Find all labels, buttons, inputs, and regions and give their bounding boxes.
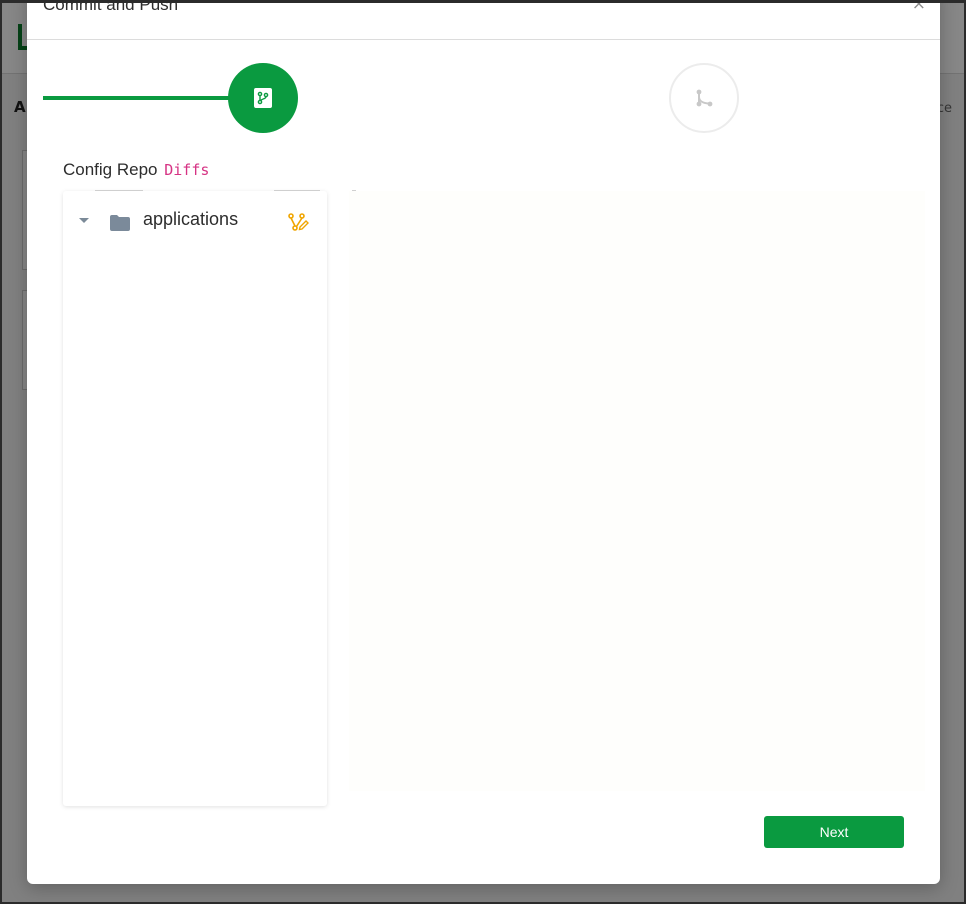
stepper-step-push[interactable] [669, 63, 739, 133]
panel-tab-divider [95, 190, 143, 191]
next-button[interactable]: Next [764, 816, 904, 848]
git-merge-icon [696, 89, 713, 107]
tree-item-applications[interactable]: applications [63, 205, 327, 235]
stepper-step-diffs[interactable] [228, 63, 298, 133]
dialog-header: Commit and Push × [27, 0, 940, 40]
tree-item-label: applications [143, 209, 239, 229]
diff-viewer [349, 191, 925, 791]
folder-icon [110, 215, 130, 231]
dialog-title: Commit and Push [43, 0, 179, 14]
section-title-code: Diffs [164, 161, 210, 179]
diff-edit-icon [288, 213, 309, 231]
commit-and-push-dialog: Commit and Push × Config Repo Diffs appl… [27, 0, 940, 884]
stepper-progress-line [43, 96, 233, 100]
panel-tab-divider [274, 190, 320, 191]
file-tree-panel: applications [63, 190, 327, 806]
git-branch-icon [254, 88, 272, 108]
config-repo-diffs-heading: Config Repo Diffs [63, 160, 209, 180]
close-icon[interactable]: × [912, 0, 926, 14]
caret-down-icon[interactable] [79, 218, 89, 223]
section-title-text: Config Repo [63, 160, 158, 179]
